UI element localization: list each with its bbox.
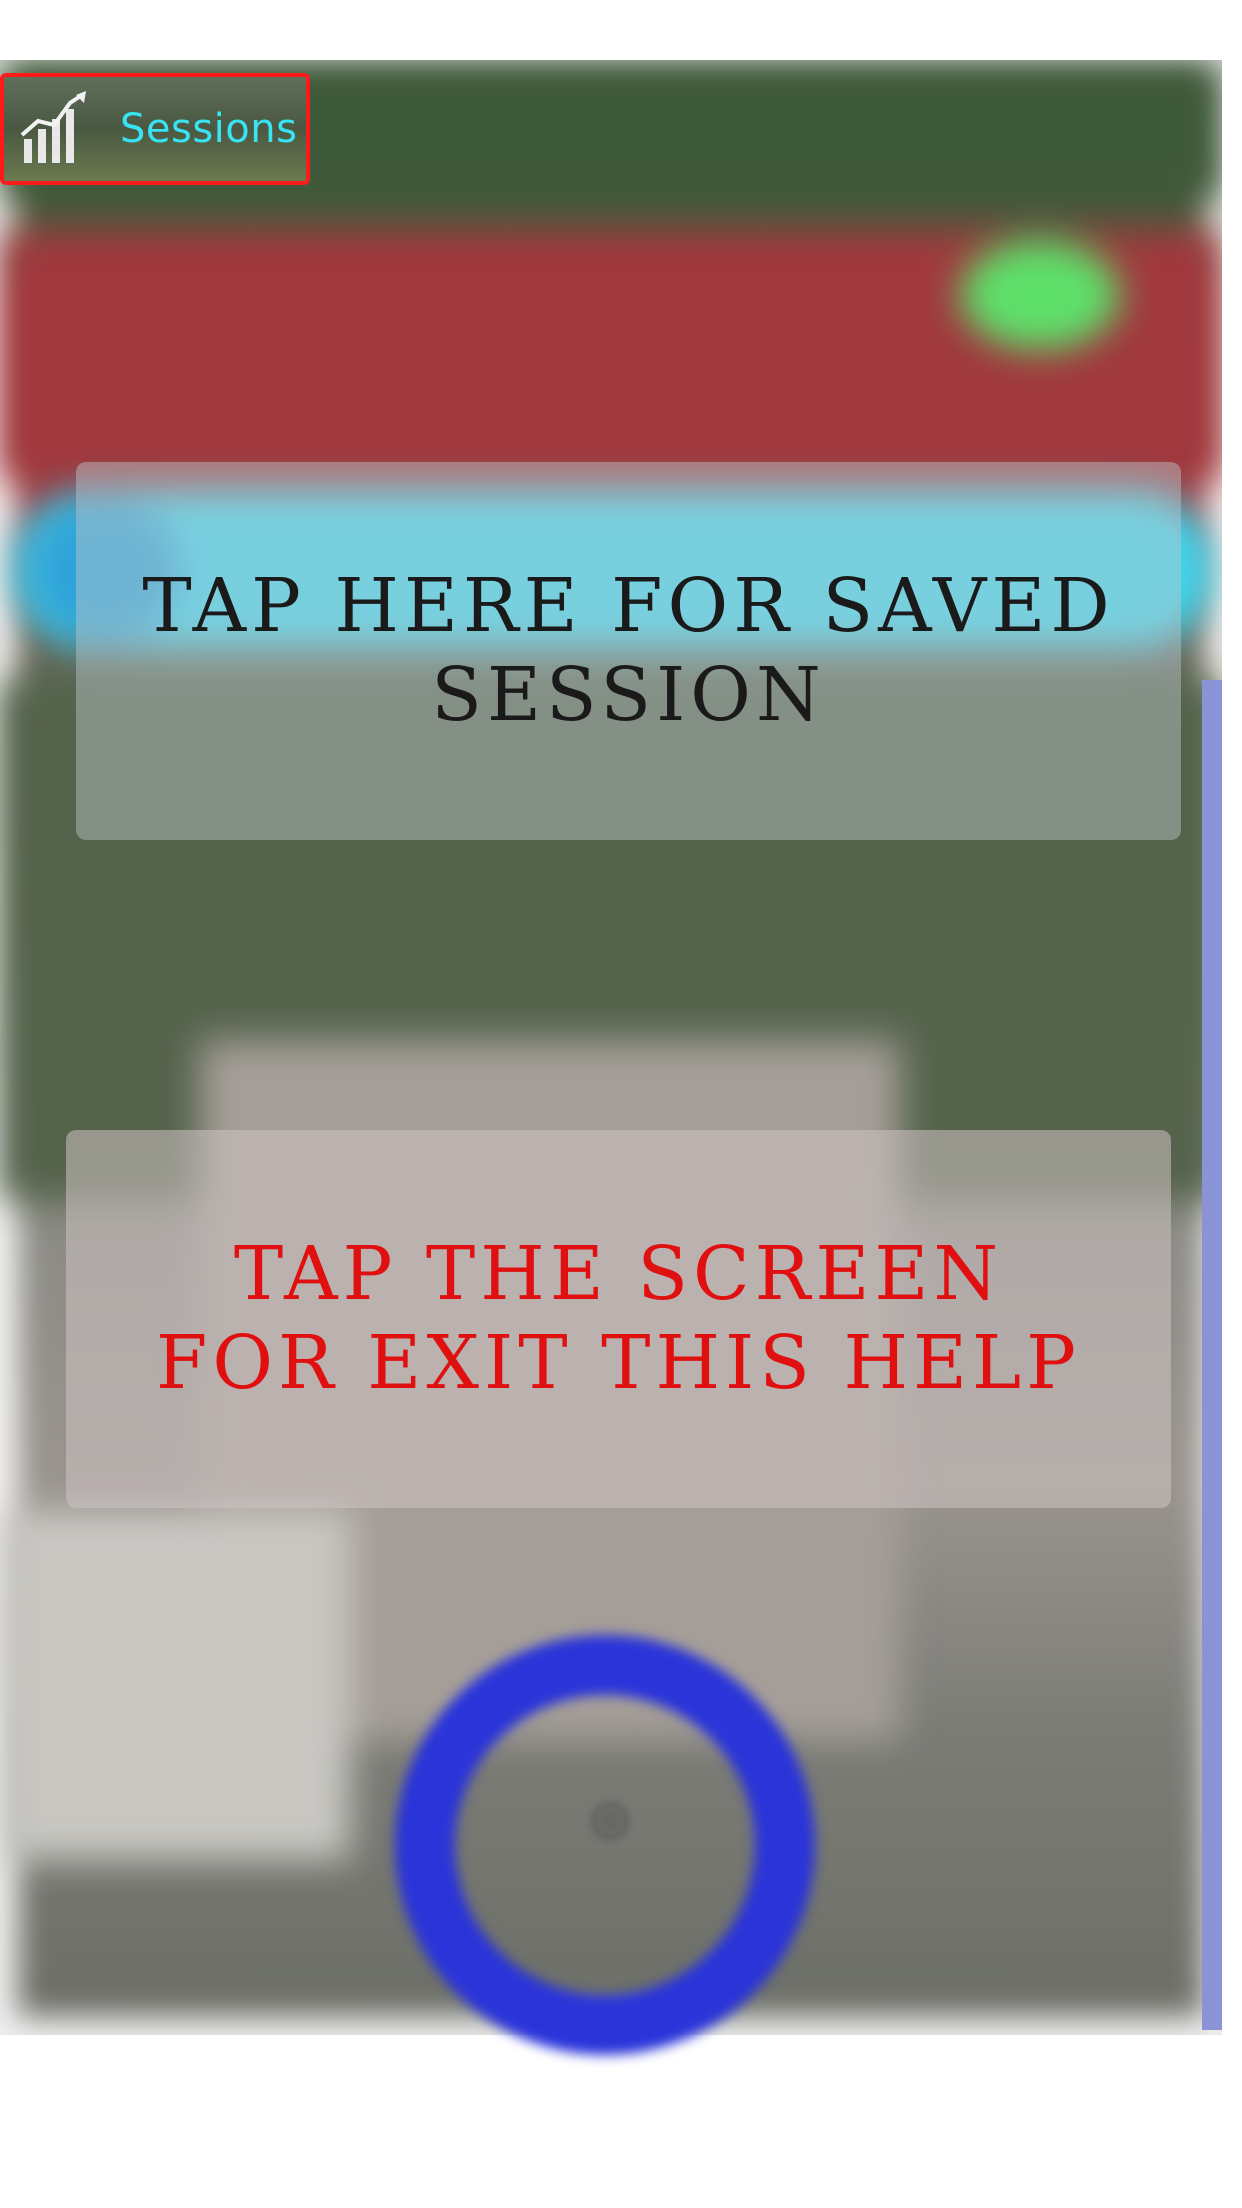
saved-session-hint-box[interactable]: TAP HERE FOR SAVED SESSION (76, 462, 1181, 840)
record-ring-icon[interactable] (395, 1635, 815, 2055)
sessions-label: Sessions (120, 106, 298, 152)
ring-center-glyph: ◎ (589, 1790, 631, 1844)
bar-chart-growth-icon (20, 91, 86, 163)
parking-lot-area (0, 1510, 350, 1860)
right-edge-strip (1202, 680, 1222, 2030)
exit-help-hint-box[interactable]: TAP THE SCREEN FOR EXIT THIS HELP (66, 1130, 1171, 1508)
status-dot (960, 240, 1120, 350)
exit-help-hint-text: TAP THE SCREEN FOR EXIT THIS HELP (156, 1231, 1081, 1406)
saved-session-hint-text: TAP HERE FOR SAVED SESSION (142, 563, 1115, 738)
sessions-button[interactable]: Sessions (0, 73, 310, 185)
